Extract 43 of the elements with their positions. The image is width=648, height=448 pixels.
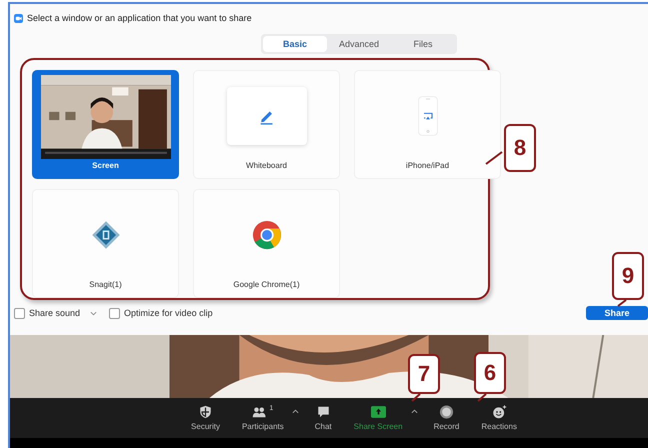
toolbar-button[interactable]: Share Screen [348, 405, 409, 431]
tab[interactable]: Files [391, 36, 455, 52]
browser-icon [252, 220, 282, 250]
leader-line [618, 300, 626, 306]
app-icon [90, 220, 120, 250]
chat-bubble-icon [316, 405, 331, 419]
record-icon [438, 405, 454, 419]
tab[interactable]: Basic [263, 36, 327, 52]
tab[interactable]: Advanced [327, 36, 391, 52]
source-tile[interactable]: Screen [32, 70, 179, 179]
checkbox[interactable] [14, 308, 25, 318]
share-screen-icon [370, 405, 386, 419]
toolbar-button[interactable]: Reactions [475, 405, 523, 431]
toolbar-button[interactable]: Chat [308, 405, 338, 431]
tile-label: Whiteboard [246, 161, 287, 170]
tile-label: Google Chrome(1) [233, 280, 300, 289]
source-tile[interactable]: Whiteboard [193, 70, 340, 179]
app-icon [14, 14, 23, 22]
smiley-icon [492, 405, 507, 419]
leader-line [478, 394, 486, 401]
caret-icon[interactable] [410, 409, 418, 414]
share-button[interactable]: Share [586, 306, 648, 320]
leader-line [412, 394, 420, 401]
people-icon [252, 405, 268, 419]
option-label: Share sound [29, 308, 80, 318]
tile-label: Screen [92, 161, 119, 170]
option-label: Optimize for video clip [124, 308, 213, 318]
leader-line [486, 152, 502, 164]
source-tile[interactable]: Google Chrome(1) [193, 189, 340, 298]
source-tile[interactable]: Snagit(1) [32, 189, 179, 298]
callout-number: 8 [504, 124, 536, 172]
source-tile[interactable]: iPhone/iPad [354, 70, 501, 179]
checkbox[interactable] [109, 308, 120, 318]
tile-label: Snagit(1) [89, 280, 122, 289]
shield-icon [198, 405, 213, 419]
callout-number: 6 [474, 352, 506, 394]
toolbar-button[interactable]: Security [185, 405, 226, 431]
toolbar-button[interactable]: Record [428, 405, 466, 431]
callout-number: 7 [408, 354, 440, 394]
tile-label: iPhone/iPad [406, 161, 450, 170]
dialog-title: Select a window or an application that you want to share [27, 13, 252, 23]
callout-number: 9 [612, 252, 644, 300]
caret-icon[interactable] [292, 409, 299, 414]
